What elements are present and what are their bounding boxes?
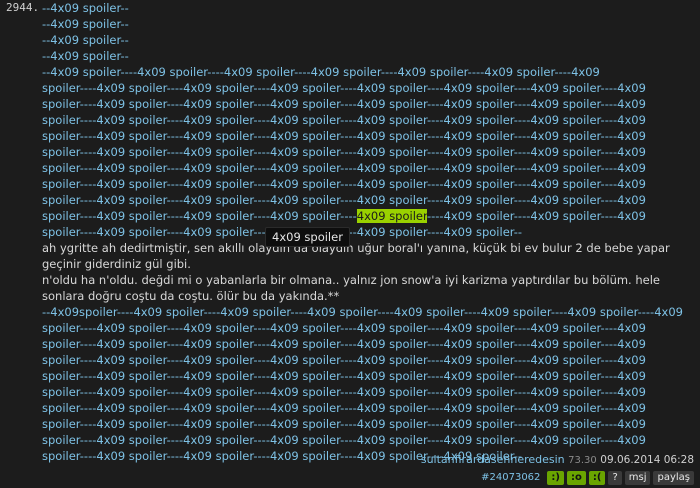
author-karma: 73.30 [568, 455, 597, 466]
spoiler-line[interactable]: spoiler----4x09 spoiler----4x09 spoiler-… [42, 112, 700, 128]
spoiler-line[interactable]: spoiler----4x09 spoiler----4x09 spoiler-… [42, 336, 700, 352]
highlighted-spoiler-link[interactable]: 4x09 spoiler [356, 209, 427, 223]
spoiler-line[interactable]: --4x09 spoiler-- [42, 16, 700, 32]
spoiler-line[interactable]: spoiler----4x09 spoiler----4x09 spoiler-… [42, 368, 700, 384]
vote-neutral-button[interactable]: :o [566, 470, 586, 485]
spoiler-segment[interactable]: spoiler----4x09 spoiler----4x09 spoiler-… [42, 209, 357, 223]
spoiler-line[interactable]: spoiler----4x09 spoiler----4x09 spoiler-… [42, 432, 700, 448]
spoiler-line[interactable]: --4x09 spoiler-- [42, 32, 700, 48]
entry-text: geçinir giderdiniz gül gibi. [42, 257, 191, 271]
entry-text: sonlara doğru coştu da coştu. ölür bu da… [42, 289, 340, 303]
spoiler-line[interactable]: spoiler----4x09 spoiler----4x09 spoiler-… [42, 160, 700, 176]
spoiler-line[interactable]: spoiler----4x09 spoiler----4x09 spoiler-… [42, 352, 700, 368]
spoiler-line[interactable]: --4x09 spoiler-- [42, 0, 700, 16]
spoiler-line[interactable]: spoiler----4x09 spoiler----4x09 spoiler-… [42, 80, 700, 96]
entry-text: ah ygritte ah dedirtmiştir, sen akıllı o… [42, 241, 670, 255]
spoiler-line[interactable]: spoiler----4x09 spoiler----4x09 spoiler-… [42, 320, 700, 336]
spoiler-line[interactable]: spoiler----4x09 spoiler----4x09 spoiler-… [42, 128, 700, 144]
entry-date[interactable]: 09.06.2014 06:28 [600, 454, 694, 466]
spoiler-line[interactable]: spoiler----4x09 spoiler----4x09 spoiler-… [42, 144, 700, 160]
entry-text: n'oldu ha n'oldu. değdi mi o yabanlarla … [42, 273, 661, 287]
spoiler-line-highlighted: spoiler----4x09 spoiler----4x09 spoiler-… [42, 208, 700, 224]
share-button[interactable]: paylaş [653, 470, 694, 485]
entry-number: 2944. [6, 1, 40, 14]
spoiler-line[interactable]: spoiler----4x09 spoiler----4x09 spoiler-… [42, 416, 700, 432]
entry-id-link[interactable]: #24073062 [481, 472, 540, 483]
spoiler-line[interactable]: spoiler----4x09 spoiler----4x09 spoiler-… [42, 224, 700, 240]
spoiler-line[interactable]: --4x09 spoiler-- [42, 48, 700, 64]
message-button[interactable]: msj [624, 470, 651, 485]
vote-up-button[interactable]: :) [547, 470, 564, 485]
entry-footer: sultanfirardasenneredesin 73.30 09.06.20… [421, 453, 694, 466]
link-tooltip: 4x09 spoiler [265, 227, 350, 247]
spoiler-line[interactable]: --4x09spoiler----4x09 spoiler----4x09 sp… [42, 304, 700, 320]
question-button[interactable]: ? [608, 470, 622, 485]
spoiler-line[interactable]: spoiler----4x09 spoiler----4x09 spoiler-… [42, 192, 700, 208]
author-link[interactable]: sultanfirardasenneredesin [421, 453, 565, 466]
spoiler-line[interactable]: spoiler----4x09 spoiler----4x09 spoiler-… [42, 400, 700, 416]
spoiler-line[interactable]: spoiler----4x09 spoiler----4x09 spoiler-… [42, 384, 700, 400]
spoiler-line[interactable]: --4x09 spoiler----4x09 spoiler----4x09 s… [42, 64, 700, 80]
spoiler-line[interactable]: spoiler----4x09 spoiler----4x09 spoiler-… [42, 96, 700, 112]
spoiler-line[interactable]: spoiler----4x09 spoiler----4x09 spoiler-… [42, 176, 700, 192]
spoiler-segment[interactable]: ----4x09 spoiler----4x09 spoiler----4x09 [427, 209, 646, 223]
entry-toolbar: #24073062 :) :o :( ? msj paylaş [481, 470, 694, 485]
entry-content: --4x09 spoiler-- --4x09 spoiler-- --4x09… [42, 0, 700, 464]
vote-down-button[interactable]: :( [588, 470, 606, 485]
